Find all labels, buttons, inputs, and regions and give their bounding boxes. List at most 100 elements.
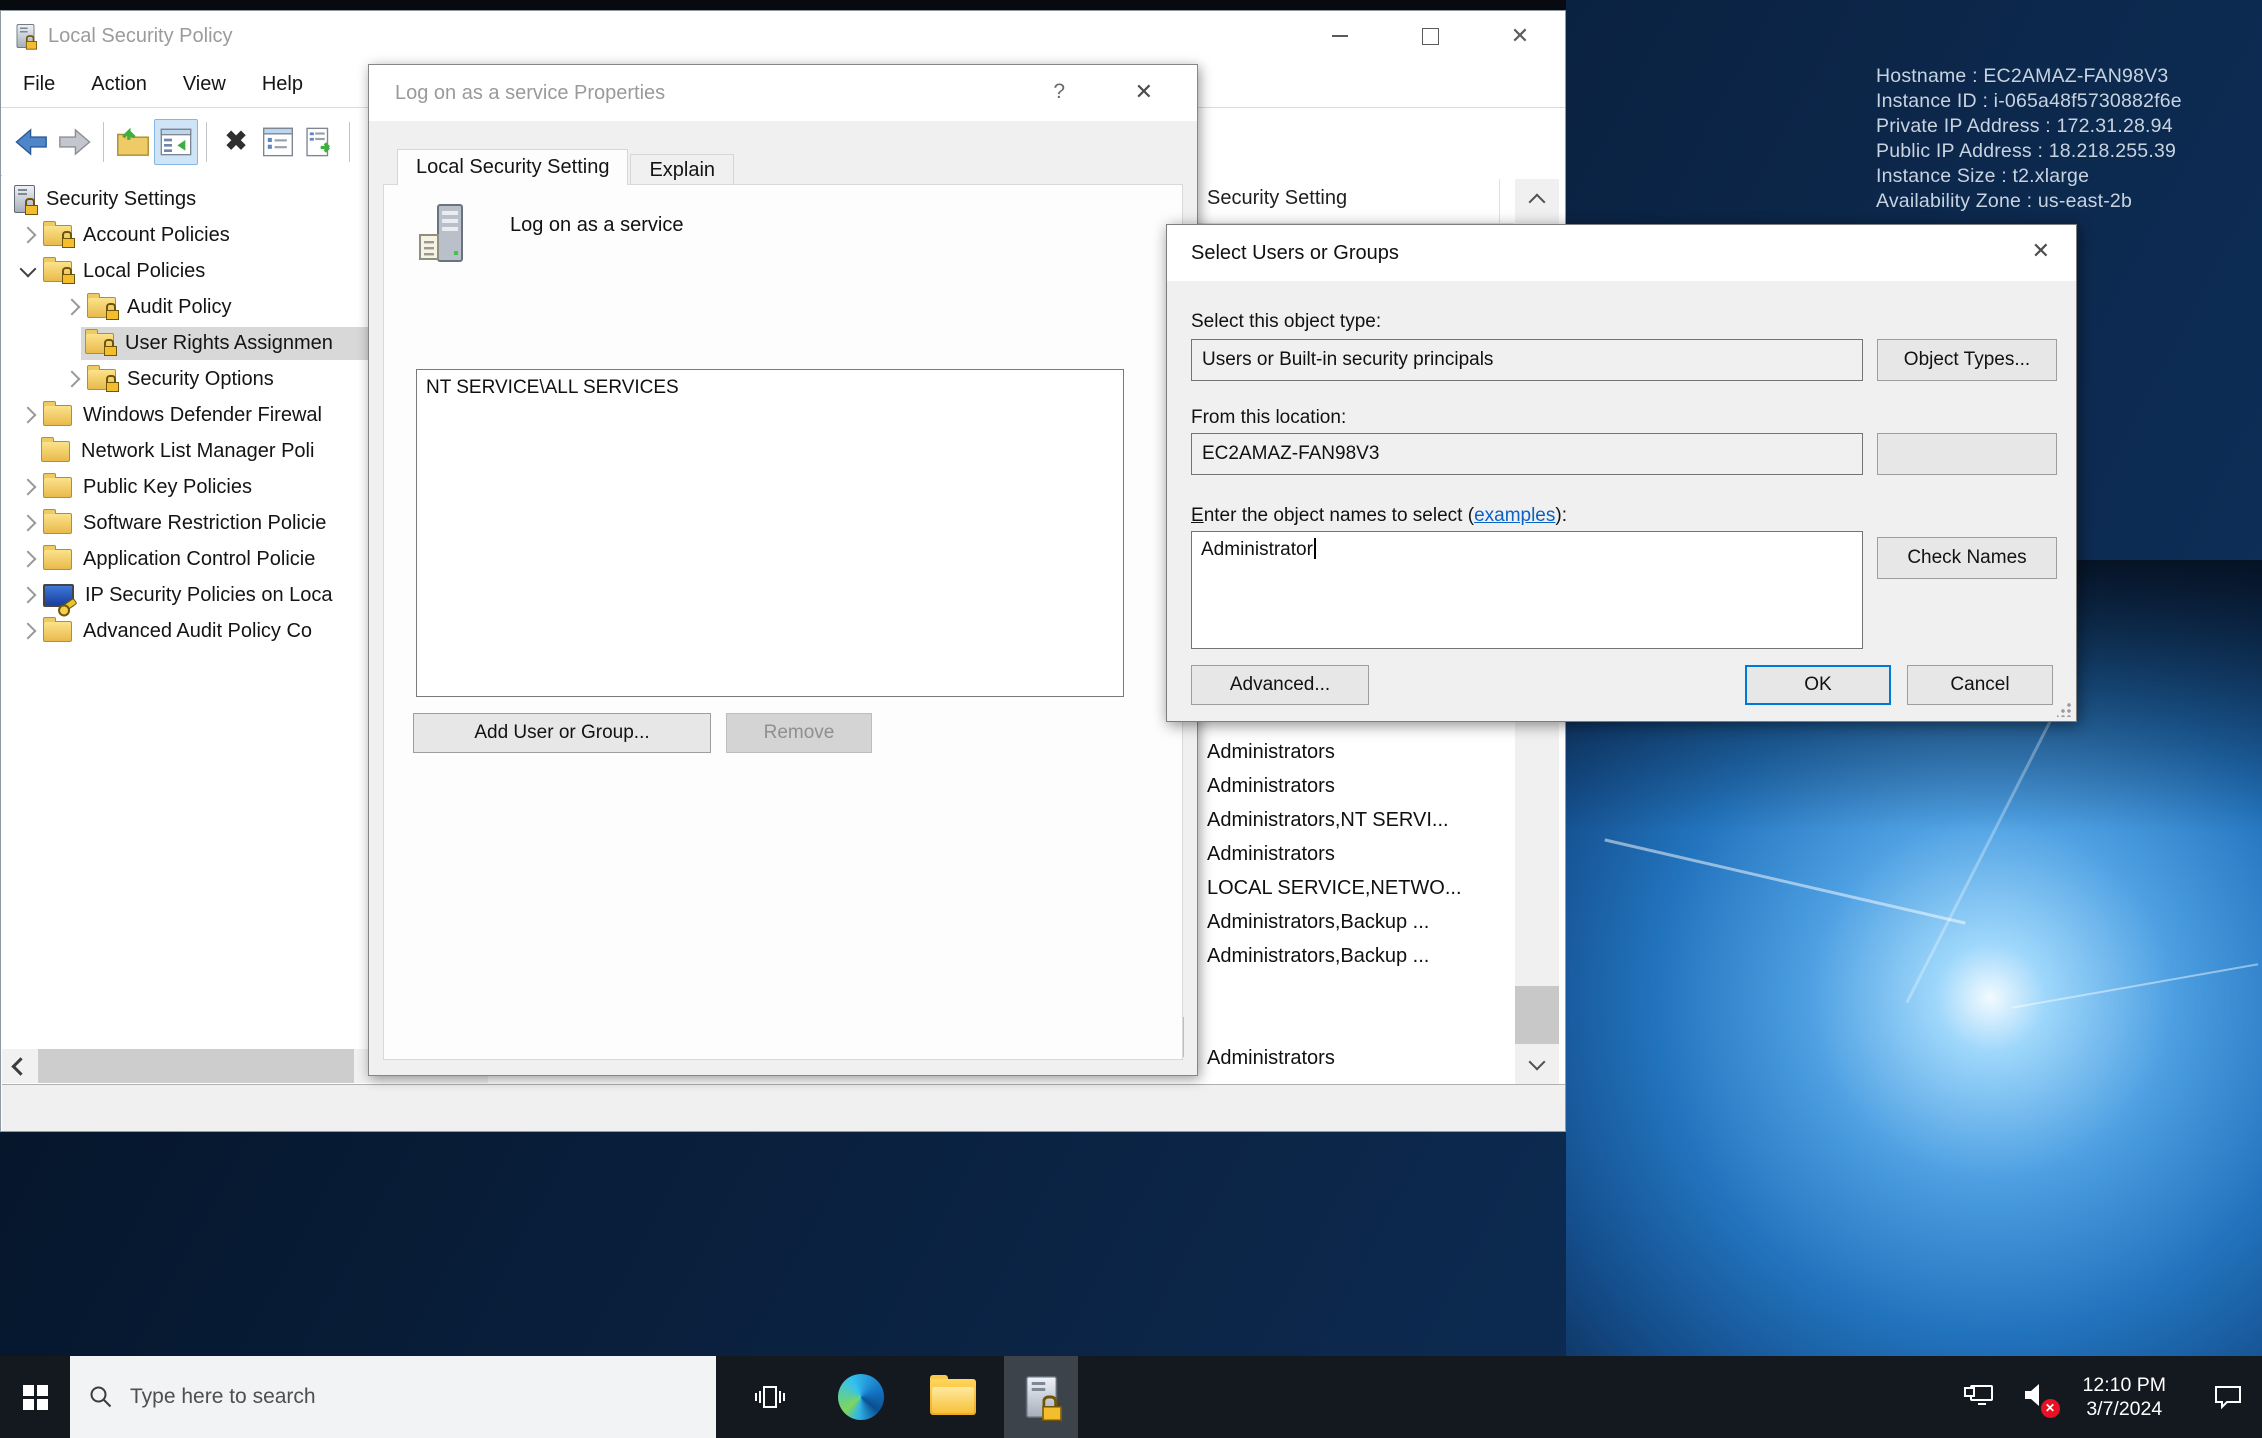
tree-item-label: Application Control Policie <box>83 548 315 571</box>
menu-view[interactable]: View <box>183 73 226 96</box>
list-item[interactable]: Administrators <box>1207 837 1513 871</box>
action-center-icon[interactable] <box>2212 1383 2244 1411</box>
security-settings-icon <box>14 185 35 213</box>
toolbar-separator <box>349 122 350 162</box>
scrollbar-thumb[interactable] <box>38 1049 354 1083</box>
dialog-titlebar[interactable]: Select Users or Groups ✕ <box>1167 225 2076 281</box>
object-names-label-text: Enter the object names to select ( <box>1191 505 1474 527</box>
scroll-left-button[interactable] <box>2 1049 34 1083</box>
clock-date: 3/7/2024 <box>2083 1397 2166 1421</box>
forward-icon[interactable] <box>53 120 95 164</box>
scrollbar-thumb[interactable] <box>1515 986 1559 1050</box>
minimize-button[interactable] <box>1295 11 1385 61</box>
resize-grip[interactable] <box>2057 703 2071 717</box>
network-icon[interactable] <box>1963 1383 1995 1411</box>
tab-strip: Local Security Setting Explain <box>397 149 734 185</box>
toolbar-separator <box>103 122 104 162</box>
export-list-icon[interactable] <box>299 120 341 164</box>
tree-item-label: Software Restriction Policie <box>83 512 326 535</box>
chevron-right-icon[interactable] <box>20 407 37 424</box>
list-item[interactable]: Administrators,Backup ... <box>1207 905 1513 939</box>
tree-item-label: Audit Policy <box>127 296 232 319</box>
console-tree-toggle-icon[interactable] <box>154 119 198 165</box>
ip-security-icon <box>43 584 74 607</box>
close-icon[interactable]: ✕ <box>1135 79 1153 105</box>
dialog-title: Select Users or Groups <box>1191 242 1399 265</box>
object-types-button[interactable]: Object Types... <box>1877 339 2057 381</box>
ok-button[interactable]: OK <box>1745 665 1891 705</box>
location-field[interactable]: EC2AMAZ-FAN98V3 <box>1191 433 1863 475</box>
back-icon[interactable] <box>11 120 53 164</box>
info-instance-id: Instance ID : i-065a48f5730882f6e <box>1876 89 2182 114</box>
close-icon[interactable]: ✕ <box>2032 238 2050 264</box>
chevron-right-icon[interactable] <box>20 587 37 604</box>
help-icon[interactable]: ? <box>1053 80 1065 104</box>
chevron-right-icon[interactable] <box>64 299 81 316</box>
chevron-right-icon[interactable] <box>20 515 37 532</box>
tree-item-label: Public Key Policies <box>83 476 252 499</box>
close-button[interactable]: ✕ <box>1475 11 1565 61</box>
folder-lock-icon <box>87 369 116 390</box>
menu-file[interactable]: File <box>23 73 55 96</box>
properties-list-icon[interactable] <box>257 120 299 164</box>
list-item[interactable]: Administrators <box>1207 735 1513 769</box>
remove-button: Remove <box>726 713 872 753</box>
chevron-right-icon[interactable] <box>64 371 81 388</box>
menu-action[interactable]: Action <box>91 73 147 96</box>
locations-button[interactable]: EC2AMAZ-FAN98V3Check NamesAdvanced... <box>1877 433 2057 475</box>
info-availability-zone: Availability Zone : us-east-2b <box>1876 189 2182 214</box>
chevron-right-icon[interactable] <box>20 623 37 640</box>
list-item[interactable]: Administrators <box>1207 1041 1513 1075</box>
taskbar-clock[interactable]: 12:10 PM 3/7/2024 <box>2083 1373 2166 1421</box>
column-divider[interactable] <box>1499 179 1500 223</box>
tab-explain[interactable]: Explain <box>630 154 734 185</box>
file-explorer-icon[interactable] <box>930 1379 976 1415</box>
column-header-security-setting[interactable]: Security Setting <box>1207 187 1347 210</box>
chevron-right-icon[interactable] <box>20 479 37 496</box>
start-button[interactable] <box>0 1356 70 1438</box>
object-type-field[interactable]: Users or Built-in security principals <box>1191 339 1863 381</box>
list-item[interactable]: Administrators <box>1207 769 1513 803</box>
tab-local-security-setting[interactable]: Local Security Setting <box>397 149 628 185</box>
chevron-down-icon[interactable] <box>20 261 37 278</box>
object-names-input[interactable]: Administrator <box>1191 531 1863 649</box>
check-names-button[interactable]: Check Names <box>1877 537 2057 579</box>
advanced-button[interactable]: Advanced... <box>1191 665 1369 705</box>
search-icon <box>88 1384 114 1410</box>
local-security-policy-taskbar-button[interactable] <box>1004 1356 1078 1438</box>
security-setting-list: Administrators Administrators Administra… <box>1207 735 1513 1085</box>
examples-link[interactable]: examples <box>1474 505 1555 526</box>
chevron-right-icon[interactable] <box>20 227 37 244</box>
task-view-button[interactable] <box>746 1382 794 1412</box>
export-folder-icon[interactable] <box>112 120 154 164</box>
add-user-or-group-button[interactable]: Add User or Group... <box>413 713 711 753</box>
window-titlebar[interactable]: Local Security Policy ✕ <box>1 11 1565 61</box>
folder-icon <box>41 441 70 462</box>
object-names-label: Enter the object names to select (exampl… <box>1191 505 1567 527</box>
location-value: EC2AMAZ-FAN98V3 <box>1202 443 1379 465</box>
member-item[interactable]: NT SERVICE\ALL SERVICES <box>426 377 1114 399</box>
tree-item-label: User Rights Assignmen <box>125 332 333 355</box>
list-item[interactable]: Administrators,NT SERVI... <box>1207 803 1513 837</box>
scroll-down-button[interactable] <box>1515 1044 1559 1084</box>
cancel-button[interactable]: Cancel <box>1907 665 2053 705</box>
taskbar <box>0 1356 2262 1438</box>
maximize-button[interactable] <box>1385 11 1475 61</box>
info-private-ip: Private IP Address : 172.31.28.94 <box>1876 114 2182 139</box>
list-item[interactable]: Administrators,Backup ... <box>1207 939 1513 973</box>
dialog-titlebar[interactable]: Log on as a service Properties ? ✕ <box>369 65 1197 121</box>
status-bar <box>2 1084 1565 1131</box>
taskbar-search[interactable] <box>70 1356 716 1438</box>
list-item[interactable]: LOCAL SERVICE,NETWO... <box>1207 871 1513 905</box>
delete-icon[interactable]: ✖ <box>215 120 257 164</box>
logon-service-properties-dialog: Log on as a service Properties ? ✕ Local… <box>368 64 1198 1076</box>
chevron-right-icon[interactable] <box>20 551 37 568</box>
search-input[interactable] <box>128 1384 562 1410</box>
folder-lock-icon <box>43 261 72 282</box>
edge-browser-icon[interactable] <box>838 1374 884 1420</box>
menu-help[interactable]: Help <box>262 73 303 96</box>
volume-icon[interactable]: ✕ <box>2021 1381 2051 1414</box>
scroll-up-button[interactable] <box>1515 179 1559 219</box>
members-listbox[interactable]: NT SERVICE\ALL SERVICES <box>416 369 1124 697</box>
folder-icon <box>43 513 72 534</box>
